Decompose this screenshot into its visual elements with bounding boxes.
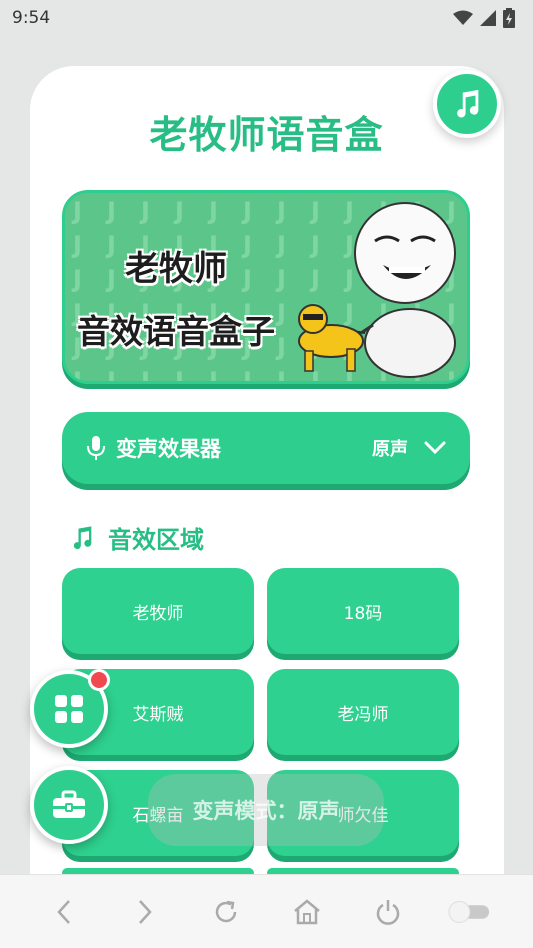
battery-icon xyxy=(503,8,515,28)
music-button[interactable] xyxy=(433,70,501,138)
toggle-icon xyxy=(447,900,489,923)
section-header: 音效区域 xyxy=(68,520,204,555)
status-time: 9:54 xyxy=(12,8,51,28)
home-button[interactable] xyxy=(285,890,329,934)
chevron-down-icon xyxy=(424,441,446,455)
home-icon xyxy=(294,898,320,924)
sound-button[interactable]: 18码 xyxy=(267,568,459,654)
voice-changer-label: 变声效果器 xyxy=(116,437,221,461)
sound-button[interactable]: 老冯师 xyxy=(267,669,459,755)
voice-changer-value: 原声 xyxy=(372,439,408,460)
grid-icon xyxy=(55,695,83,723)
toolbox-button[interactable] xyxy=(30,766,108,844)
status-icons xyxy=(453,8,515,28)
refresh-icon xyxy=(215,900,237,922)
status-bar: 9:54 xyxy=(0,0,533,36)
back-button[interactable] xyxy=(42,890,86,934)
sound-button[interactable]: 老牧师 xyxy=(62,568,254,654)
banner: J 老牧师 音效语音盒子 xyxy=(62,190,470,384)
forward-icon xyxy=(139,899,152,924)
section-title: 音效区域 xyxy=(108,526,204,554)
toolbox-icon xyxy=(53,790,85,818)
signal-icon xyxy=(480,10,496,26)
power-button[interactable] xyxy=(366,890,410,934)
back-icon xyxy=(57,899,71,924)
voice-changer-selector[interactable]: 变声效果器 原声 xyxy=(62,412,470,484)
refresh-button[interactable] xyxy=(204,890,248,934)
banner-line-2: 音效语音盒子 xyxy=(77,312,275,351)
notification-badge xyxy=(88,669,110,691)
banner-line-1: 老牧师 xyxy=(125,249,227,289)
music-note-icon xyxy=(73,525,92,549)
bottom-nav-bar xyxy=(0,874,533,948)
toggle-switch[interactable] xyxy=(447,890,491,934)
microphone-icon xyxy=(87,436,105,460)
wifi-icon xyxy=(453,10,473,25)
power-icon xyxy=(376,899,399,925)
toast-message: 变声模式：原声 xyxy=(148,774,384,846)
music-note-icon xyxy=(457,89,479,118)
forward-button[interactable] xyxy=(123,890,167,934)
